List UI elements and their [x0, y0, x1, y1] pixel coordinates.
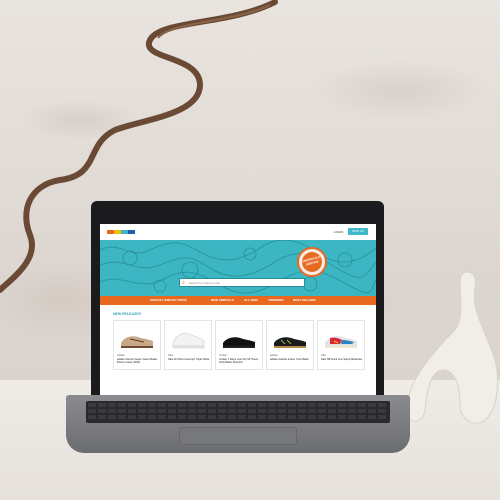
site-header: LOGIN SIGN UP [100, 224, 376, 240]
hero-banner: ⌕ Search by brand or title ZEROSCALE SER… [100, 240, 376, 296]
product-name: Nike SB Dunk Low Sandy Bodecker [321, 358, 363, 361]
nav-item-trending[interactable]: TRENDING [268, 298, 284, 302]
ceramic-vase-decoration [406, 271, 499, 424]
login-link[interactable]: LOGIN [334, 230, 343, 234]
promo-badge[interactable]: ZEROSCALE SERVICE [297, 247, 327, 277]
section-title: NEW RELEASES [113, 312, 142, 316]
product-brand: Jordan [219, 354, 227, 357]
nav-item-best-sellers[interactable]: BEST SELLERS [293, 298, 316, 302]
laptop-screen: LOGIN SIGN UP ⌕ Search by brand or title… [100, 224, 376, 395]
sneaker-black-image [223, 337, 255, 348]
product-brand: adidas [117, 354, 125, 357]
promo-badge-text: ZEROSCALE SERVICE [299, 249, 325, 275]
search-input[interactable]: ⌕ Search by brand or title [179, 278, 305, 287]
laptop-trackpad [179, 427, 297, 445]
product-brand: Nike [168, 354, 174, 357]
nav-item-all-new[interactable]: ALL NEW [244, 298, 258, 302]
sneaker-tan-image [121, 336, 153, 348]
search-icon: ⌕ [182, 280, 185, 286]
signup-button[interactable]: SIGN UP [348, 228, 368, 235]
product-card[interactable]: Jordan Jordan 1 Retro Low OG SP Travis S… [215, 320, 263, 370]
product-name: Jordan 1 Retro Low OG SP Travis Scott Bl… [219, 358, 259, 364]
sneaker-multicolor-image [325, 336, 357, 348]
hero-pattern [100, 240, 376, 294]
nav-item-sneaky-price[interactable]: SHOP BY SNEAKY PRICE [150, 298, 187, 302]
product-name: adidas Gazelle Indoor Core Black [270, 358, 309, 361]
product-brand: Nike [321, 354, 327, 357]
nav-item-new-arrivals[interactable]: NEW ARRIVALS [211, 298, 234, 302]
product-brand: adidas [270, 354, 278, 357]
product-card[interactable]: Nike Nike SB Dunk Low Sandy Bodecker [317, 320, 365, 370]
category-nav: SHOP BY SNEAKY PRICE NEW ARRIVALS ALL NE… [100, 296, 376, 305]
search-placeholder: Search by brand or title [189, 281, 221, 285]
product-name: adidas Samba Vegan Velvet Maker Brown Cr… [117, 358, 158, 364]
sneaker-black-gum-image [274, 337, 306, 348]
product-card[interactable]: adidas adidas Samba Vegan Velvet Maker B… [113, 320, 161, 370]
site-logo[interactable] [107, 230, 135, 234]
sneaker-white-image [172, 333, 205, 349]
keyboard-row [88, 415, 388, 419]
keyboard-row [88, 403, 388, 407]
product-name: Nike Air More Uptempo Triple White [168, 358, 210, 361]
product-card[interactable]: Nike Nike Air More Uptempo Triple White [164, 320, 212, 370]
product-card[interactable]: adidas adidas Gazelle Indoor Core Black [266, 320, 314, 370]
keyboard-row [88, 409, 388, 413]
